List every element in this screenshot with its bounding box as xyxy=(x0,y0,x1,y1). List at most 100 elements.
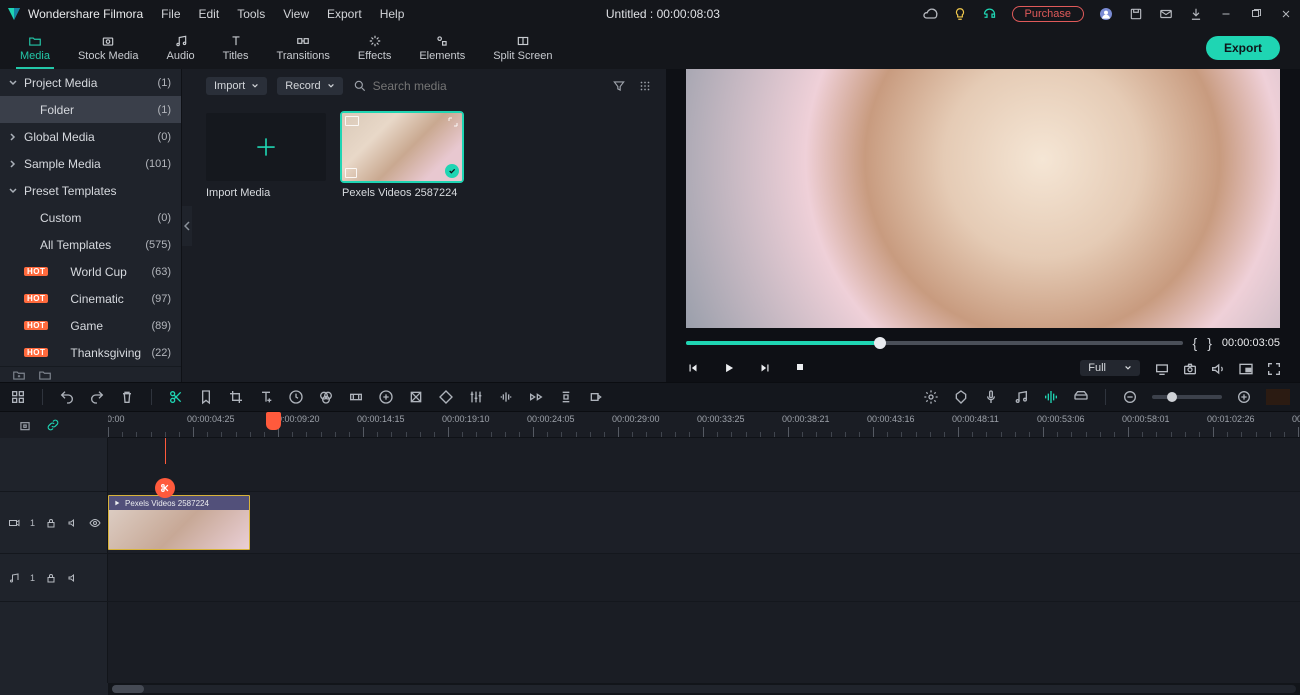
search-input[interactable] xyxy=(373,79,533,93)
undo-icon[interactable] xyxy=(59,389,75,405)
green-screen-icon[interactable] xyxy=(438,389,454,405)
tab-elements[interactable]: Elements xyxy=(405,27,479,69)
delete-icon[interactable] xyxy=(119,389,135,405)
volume-icon[interactable] xyxy=(1210,361,1224,375)
snapshot-icon[interactable] xyxy=(1182,361,1196,375)
tab-audio[interactable]: Audio xyxy=(153,27,209,69)
lightbulb-icon[interactable] xyxy=(952,6,968,22)
sidebar-item-project-media[interactable]: Project Media(1) xyxy=(0,69,181,96)
sidebar-item-preset-templates[interactable]: Preset Templates xyxy=(0,177,181,204)
sidebar-item-custom[interactable]: Custom(0) xyxy=(0,204,181,231)
sidebar-item-sample-media[interactable]: Sample Media(101) xyxy=(0,150,181,177)
color-correction-icon[interactable] xyxy=(318,389,334,405)
fullscreen-icon[interactable] xyxy=(1266,361,1280,375)
folder-open-icon[interactable] xyxy=(38,368,52,382)
sidebar-item-global-media[interactable]: Global Media(0) xyxy=(0,123,181,150)
save-icon[interactable] xyxy=(1128,6,1144,22)
purchase-button[interactable]: Purchase xyxy=(1012,6,1084,22)
mark-in-button[interactable]: { xyxy=(1193,335,1198,351)
export-button[interactable]: Export xyxy=(1206,36,1280,60)
import-media-tile[interactable]: Import Media xyxy=(206,113,326,199)
audio-waveform-icon[interactable] xyxy=(498,389,514,405)
visibility-icon[interactable] xyxy=(89,517,101,529)
mute-icon[interactable] xyxy=(67,517,79,529)
seek-thumb[interactable] xyxy=(874,337,886,349)
record-voiceover-icon[interactable] xyxy=(588,389,604,405)
sidebar-item-cinematic[interactable]: HOTCinematic(97) xyxy=(0,285,181,312)
media-clip-tile[interactable]: Pexels Videos 2587224 xyxy=(342,113,462,199)
preview-viewport[interactable] xyxy=(686,69,1280,328)
split-handle[interactable] xyxy=(155,478,175,498)
tab-titles[interactable]: Titles xyxy=(209,27,263,69)
playhead-handle[interactable] xyxy=(266,412,281,430)
close-icon[interactable] xyxy=(1278,6,1294,22)
maximize-icon[interactable] xyxy=(1248,6,1264,22)
mark-icon[interactable] xyxy=(198,389,214,405)
menu-edit[interactable]: Edit xyxy=(199,7,220,21)
video-track-body[interactable]: Pexels Videos 2587224 xyxy=(108,492,1300,553)
redo-icon[interactable] xyxy=(89,389,105,405)
cloud-icon[interactable] xyxy=(922,6,938,22)
tab-media[interactable]: Media xyxy=(6,27,64,69)
minimize-icon[interactable] xyxy=(1218,6,1234,22)
auto-beat-sync-icon[interactable] xyxy=(1043,389,1059,405)
download-icon[interactable] xyxy=(1188,6,1204,22)
voice-over-icon新[interactable] xyxy=(528,389,544,405)
tab-effects[interactable]: Effects xyxy=(344,27,405,69)
menu-view[interactable]: View xyxy=(283,7,309,21)
lock-icon[interactable] xyxy=(45,572,57,584)
detach-audio-icon[interactable] xyxy=(558,389,574,405)
zoom-in-icon[interactable] xyxy=(1236,389,1252,405)
audio-mixer-icon[interactable] xyxy=(1013,389,1029,405)
seek-track[interactable] xyxy=(686,341,1183,345)
lock-icon[interactable] xyxy=(45,517,57,529)
play-button[interactable] xyxy=(722,361,736,375)
step-back-button[interactable] xyxy=(686,361,700,375)
zoom-thumb[interactable] xyxy=(1167,392,1177,402)
menu-tools[interactable]: Tools xyxy=(237,7,265,21)
import-dropdown[interactable]: Import xyxy=(206,77,267,95)
grid-view-icon[interactable] xyxy=(638,79,652,93)
mark-out-button[interactable]: } xyxy=(1207,335,1212,351)
link-tracks-icon[interactable] xyxy=(46,418,60,432)
render-bar-icon[interactable] xyxy=(1073,389,1089,405)
timeline-scroll-track[interactable] xyxy=(112,685,1296,693)
sidebar-item-folder[interactable]: Folder(1) xyxy=(0,96,181,123)
zoom-out-icon[interactable] xyxy=(1122,389,1138,405)
detect-edits-icon[interactable] xyxy=(348,389,364,405)
add-text-icon[interactable] xyxy=(258,389,274,405)
zoom-slider[interactable] xyxy=(1152,395,1222,399)
menu-export[interactable]: Export xyxy=(327,7,362,21)
template-mode-icon[interactable] xyxy=(10,389,26,405)
step-forward-button[interactable] xyxy=(758,361,772,375)
sidebar-item-game[interactable]: HOTGame(89) xyxy=(0,312,181,339)
equalizer-icon[interactable] xyxy=(468,389,484,405)
sidebar-item-world-cup[interactable]: HOTWorld Cup(63) xyxy=(0,258,181,285)
keyframe-icon[interactable] xyxy=(408,389,424,405)
account-icon[interactable] xyxy=(1098,6,1114,22)
marker-icon[interactable] xyxy=(953,389,969,405)
tab-split-screen[interactable]: Split Screen xyxy=(479,27,566,69)
record-dropdown[interactable]: Record xyxy=(277,77,342,95)
mail-icon[interactable] xyxy=(1158,6,1174,22)
sidebar-collapse-toggle[interactable] xyxy=(182,206,192,246)
lock-all-icon[interactable] xyxy=(18,418,32,432)
menu-help[interactable]: Help xyxy=(380,7,405,21)
tab-transitions[interactable]: Transitions xyxy=(263,27,344,69)
sidebar-item-all-templates[interactable]: All Templates(575) xyxy=(0,231,181,258)
stop-button[interactable] xyxy=(794,361,808,375)
split-icon[interactable] xyxy=(168,389,184,405)
filter-icon[interactable] xyxy=(612,79,626,93)
add-to-timeline-icon[interactable] xyxy=(345,168,357,178)
tab-stock-media[interactable]: Stock Media xyxy=(64,27,153,69)
render-preview-icon[interactable] xyxy=(1154,361,1168,375)
freeze-frame-icon[interactable] xyxy=(378,389,394,405)
crop-icon[interactable] xyxy=(228,389,244,405)
timeline-ruler[interactable]: 00:0000:00:04:2500:00:09:2000:00:14:1500… xyxy=(108,412,1300,438)
microphone-icon[interactable] xyxy=(983,389,999,405)
audio-track-icon[interactable] xyxy=(8,572,20,584)
sidebar-item-thanksgiving[interactable]: HOTThanksgiving(22) xyxy=(0,339,181,366)
menu-file[interactable]: File xyxy=(161,7,180,21)
preview-scale-select[interactable]: Full xyxy=(1080,360,1140,376)
headset-icon[interactable] xyxy=(982,6,998,22)
